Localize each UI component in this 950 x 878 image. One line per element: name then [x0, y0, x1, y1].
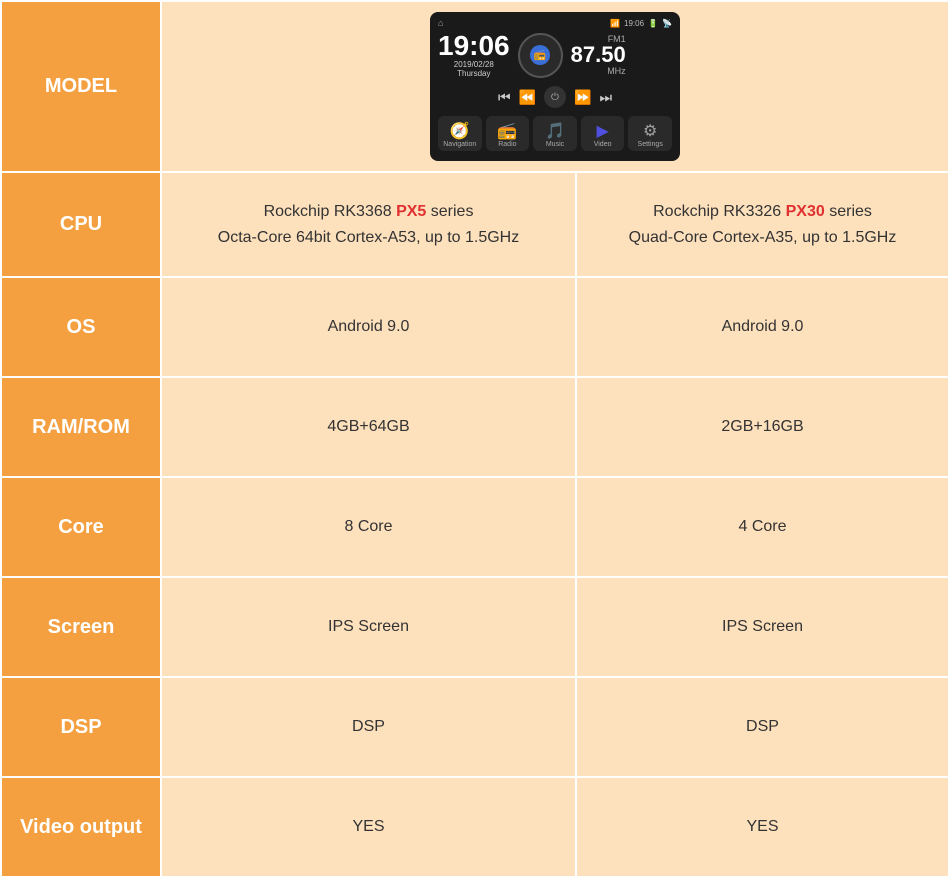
cpu-col1: Rockchip RK3368 PX5 series Octa-Core 64b… [161, 172, 576, 277]
comparison-table: MODEL ⌂ 📶 19:06 🔋 📡 [0, 0, 950, 878]
model-image-cell: ⌂ 📶 19:06 🔋 📡 19:06 2019/02/28 Thursda [161, 1, 949, 172]
app-video[interactable]: ▶ Video [581, 116, 625, 151]
ramrom-label-cell: RAM/ROM [1, 377, 161, 477]
settings-label: Settings [630, 141, 670, 148]
navigation-label: Navigation [440, 141, 480, 148]
cpu-col2-line1-suffix: series [825, 203, 872, 220]
videooutput-col2: YES [576, 777, 949, 877]
device-top-bar: ⌂ 📶 19:06 🔋 📡 [438, 18, 672, 28]
day-display: Thursday [438, 69, 510, 78]
cpu-col2-line2: Quad-Core Cortex-A35, up to 1.5GHz [629, 229, 897, 246]
frequency-display: 87.50 [571, 44, 626, 66]
os-label-cell: OS [1, 277, 161, 377]
cpu-col2-text: Rockchip RK3326 PX30 series Quad-Core Co… [592, 199, 933, 250]
video-label: Video [583, 141, 623, 148]
freq-block: FM1 87.50 MHz [571, 34, 626, 76]
os-col1: Android 9.0 [161, 277, 576, 377]
cpu-col2-highlight: PX30 [786, 203, 825, 220]
cpu-col1-line1-suffix: series [426, 203, 473, 220]
home-icon: ⌂ [438, 18, 443, 28]
settings-icon: ⚙ [630, 121, 670, 141]
wifi-icon: 📶 [610, 19, 620, 28]
app-settings[interactable]: ⚙ Settings [628, 116, 672, 151]
next-icon[interactable]: ⏩ [574, 89, 591, 106]
power-button[interactable]: ⏻ [544, 86, 566, 108]
time-display: 19:06 [438, 32, 510, 60]
screen-col2: IPS Screen [576, 577, 949, 677]
time-icon: 19:06 [624, 19, 644, 28]
dsp-col1: DSP [161, 677, 576, 777]
core-col1: 8 Core [161, 477, 576, 577]
radio-symbol: 📻 [534, 50, 546, 61]
radio-label: Radio [488, 141, 528, 148]
screen-label-cell: Screen [1, 577, 161, 677]
os-col2: Android 9.0 [576, 277, 949, 377]
cpu-col1-highlight: PX5 [396, 203, 426, 220]
radio-inner: 📻 [530, 45, 550, 65]
videooutput-label-cell: Video output [1, 777, 161, 877]
mhz-label: MHz [571, 66, 626, 76]
signal-icon: 📡 [662, 19, 672, 28]
time-block: 19:06 2019/02/28 Thursday [438, 32, 510, 78]
skip-forward-icon[interactable]: ⏭ [599, 89, 612, 106]
core-col2: 4 Core [576, 477, 949, 577]
cpu-col2: Rockchip RK3326 PX30 series Quad-Core Co… [576, 172, 949, 277]
radio-circle: 📻 [518, 33, 563, 78]
ramrom-col2: 2GB+16GB [576, 377, 949, 477]
music-label: Music [535, 141, 575, 148]
app-music[interactable]: 🎵 Music [533, 116, 577, 151]
navigation-icon: 🧭 [440, 121, 480, 141]
skip-back-icon[interactable]: ⏮ [498, 89, 511, 106]
video-icon: ▶ [583, 121, 623, 141]
app-radio[interactable]: 📻 Radio [486, 116, 530, 151]
cpu-col2-line1-prefix: Rockchip RK3326 [653, 203, 786, 220]
core-label-cell: Core [1, 477, 161, 577]
cpu-col1-line2: Octa-Core 64bit Cortex-A53, up to 1.5GHz [218, 229, 519, 246]
cpu-col1-line1-prefix: Rockchip RK3368 [264, 203, 397, 220]
dsp-col2: DSP [576, 677, 949, 777]
app-navigation[interactable]: 🧭 Navigation [438, 116, 482, 151]
app-grid: 🧭 Navigation 📻 Radio 🎵 Music ▶ [438, 116, 672, 151]
device-screen: ⌂ 📶 19:06 🔋 📡 19:06 2019/02/28 Thursda [430, 12, 680, 161]
radio-controls: ⏮ ⏪ ⏻ ⏩ ⏭ [438, 86, 672, 108]
videooutput-col1: YES [161, 777, 576, 877]
screen-col1: IPS Screen [161, 577, 576, 677]
model-label: MODEL [1, 1, 161, 172]
battery-icon: 🔋 [648, 19, 658, 28]
radio-icon: 📻 [488, 121, 528, 141]
device-main: 19:06 2019/02/28 Thursday 📻 FM1 87.50 [438, 32, 672, 78]
cpu-label-cell: CPU [1, 172, 161, 277]
prev-icon[interactable]: ⏪ [519, 89, 536, 106]
ramrom-col1: 4GB+64GB [161, 377, 576, 477]
dsp-label-cell: DSP [1, 677, 161, 777]
music-icon: 🎵 [535, 121, 575, 141]
date-display: 2019/02/28 [438, 60, 510, 69]
cpu-col1-text: Rockchip RK3368 PX5 series Octa-Core 64b… [177, 199, 560, 250]
